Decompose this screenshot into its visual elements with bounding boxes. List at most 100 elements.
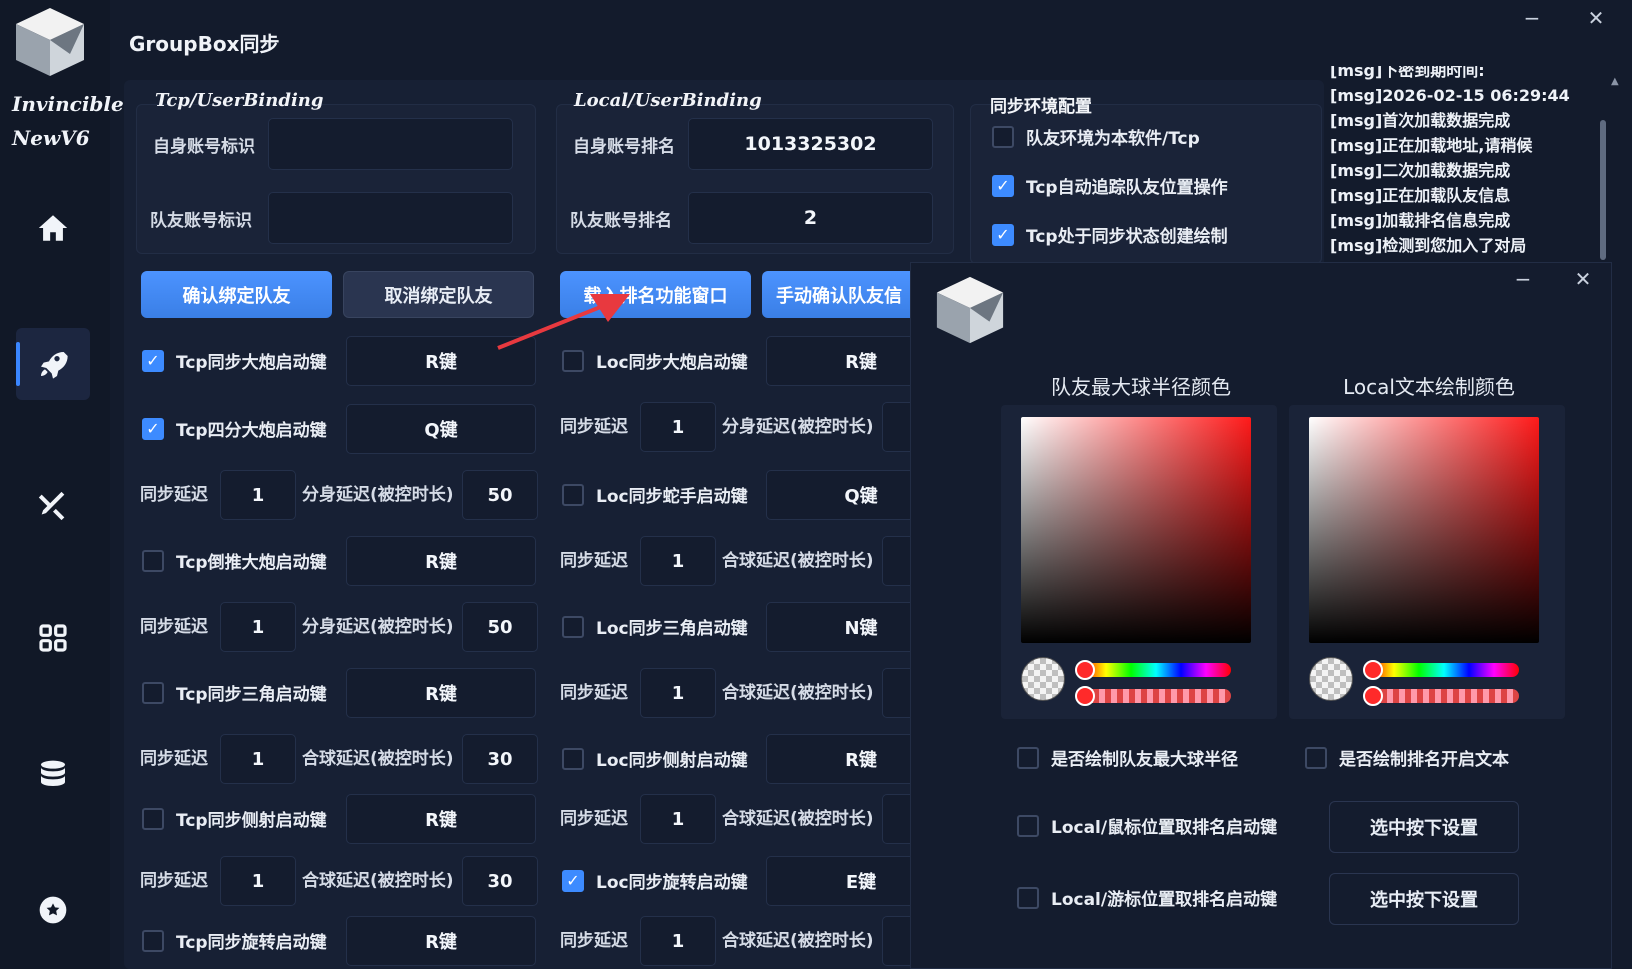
nav-database[interactable] (16, 738, 90, 810)
manual-confirm-button[interactable]: 手动确认队友信 (762, 271, 922, 318)
sync-env-option[interactable]: Tcp处于同步状态创建绘制 (992, 222, 1228, 247)
tcp-mate-input[interactable] (268, 192, 513, 244)
popup-logo-cube-icon (936, 276, 1004, 344)
checkbox[interactable] (992, 125, 1014, 148)
hotkey-field[interactable]: E键 (766, 856, 916, 906)
sync-delay-input[interactable]: 1 (220, 734, 296, 784)
sv-area-2[interactable] (1309, 417, 1539, 643)
sync-delay-input[interactable]: 1 (220, 470, 296, 520)
local-mate-input[interactable]: 2 (688, 192, 933, 244)
nav-grid[interactable] (16, 602, 90, 674)
tcp-hotkey-row[interactable]: Tcp同步侧射启动键 (142, 806, 327, 831)
checkbox[interactable] (992, 223, 1014, 246)
opt-mouse-rank-key[interactable]: Local/鼠标位置取排名启动键 (1017, 813, 1277, 838)
hue-knob-2[interactable] (1363, 660, 1383, 680)
checkbox[interactable] (562, 747, 584, 770)
alpha-slider-1[interactable] (1081, 689, 1231, 703)
sv-area-1[interactable] (1021, 417, 1251, 643)
color-picker-1 (1001, 405, 1277, 719)
confirm-bind-button[interactable]: 确认绑定队友 (141, 271, 332, 318)
sync-delay-input[interactable]: 1 (640, 794, 716, 844)
tcp-hotkey-row[interactable]: Tcp四分大炮启动键 (142, 416, 327, 441)
local-hotkey-row[interactable]: Loc同步三角启动键 (562, 614, 748, 639)
hotkey-field[interactable]: R键 (346, 536, 536, 586)
cursor-key-set-button[interactable]: 选中按下设置 (1329, 873, 1519, 925)
color-settings-popup: − ✕ 队友最大球半径颜色 Local文本绘制颜色 是否绘制队友最大球半径 是否… (910, 262, 1612, 969)
mouse-key-set-button[interactable]: 选中按下设置 (1329, 801, 1519, 853)
sync-env-option[interactable]: 队友环境为本软件/Tcp (992, 124, 1200, 149)
checkbox[interactable] (992, 174, 1014, 197)
checkbox[interactable] (1017, 746, 1039, 769)
tcp-hotkey-row[interactable]: Tcp同步三角启动键 (142, 680, 327, 705)
checkbox[interactable] (142, 929, 164, 952)
hotkey-field[interactable]: R键 (766, 734, 916, 784)
hotkey-field[interactable]: R键 (346, 668, 536, 718)
delay2-input[interactable]: 50 (462, 602, 538, 652)
minimize-button[interactable]: − (1520, 6, 1544, 30)
tcp-hotkey-row[interactable]: Tcp同步旋转启动键 (142, 928, 327, 953)
hue-slider-2[interactable] (1369, 663, 1519, 677)
checkbox[interactable] (1305, 746, 1327, 769)
popup-close-button[interactable]: ✕ (1571, 267, 1595, 291)
nav-tools[interactable] (16, 470, 90, 542)
delay2-input[interactable]: 30 (462, 856, 538, 906)
hue-knob-1[interactable] (1075, 660, 1095, 680)
nav-home[interactable] (16, 192, 90, 264)
checkbox[interactable] (1017, 886, 1039, 909)
checkbox[interactable] (142, 349, 164, 372)
hotkey-field[interactable]: N键 (766, 602, 916, 652)
hotkey-field[interactable]: R键 (346, 916, 536, 966)
tcp-self-input[interactable] (268, 118, 513, 170)
sync-delay-input[interactable]: 1 (220, 602, 296, 652)
opt-label: Local/游标位置取排名启动键 (1051, 890, 1278, 910)
sync-env-option[interactable]: Tcp自动追踪队友位置操作 (992, 173, 1228, 198)
log-line: [msg]下密到期时间: (1330, 66, 1485, 80)
sync-delay-input[interactable]: 1 (640, 916, 716, 966)
hotkey-field[interactable]: Q键 (346, 404, 536, 454)
hotkey-field[interactable]: R键 (766, 336, 916, 386)
nav-sync[interactable] (16, 328, 90, 400)
local-self-input[interactable]: 1013325302 (688, 118, 933, 170)
local-hotkey-row[interactable]: Loc同步侧射启动键 (562, 746, 748, 771)
sync-delay-input[interactable]: 1 (640, 536, 716, 586)
opt-draw-mate-radius[interactable]: 是否绘制队友最大球半径 (1017, 745, 1238, 770)
tcp-hotkey-row[interactable]: Tcp倒推大炮启动键 (142, 548, 327, 573)
opt-draw-rank-text[interactable]: 是否绘制排名开启文本 (1305, 745, 1509, 770)
sync-delay-label: 同步延迟 (560, 931, 628, 951)
alpha-knob-2[interactable] (1363, 686, 1383, 706)
checkbox[interactable] (142, 807, 164, 830)
opt-cursor-rank-key[interactable]: Local/游标位置取排名启动键 (1017, 885, 1277, 910)
checkbox[interactable] (1017, 814, 1039, 837)
hotkey-field[interactable]: R键 (346, 794, 536, 844)
popup-minimize-button[interactable]: − (1511, 267, 1535, 291)
tcp-hotkey-row[interactable]: Tcp同步大炮启动键 (142, 348, 327, 373)
delay2-input[interactable]: 30 (462, 734, 538, 784)
sync-delay-label: 同步延迟 (560, 809, 628, 829)
checkbox[interactable] (142, 549, 164, 572)
hotkey-label: Tcp同步侧射启动键 (176, 811, 327, 831)
delay2-input[interactable]: 50 (462, 470, 538, 520)
checkbox[interactable] (562, 615, 584, 638)
nav-settings[interactable] (16, 874, 90, 946)
alpha-knob-1[interactable] (1075, 686, 1095, 706)
scroll-up-arrow-icon[interactable]: ▲ (1611, 76, 1621, 87)
checkbox[interactable] (142, 681, 164, 704)
log-line: [msg]正在加载地址,请稍候 (1330, 136, 1533, 155)
sync-delay-input[interactable]: 1 (640, 402, 716, 452)
alpha-slider-2[interactable] (1369, 689, 1519, 703)
opt-label: Local/鼠标位置取排名启动键 (1051, 818, 1278, 838)
window-title: GroupBox同步 (129, 32, 280, 56)
close-button[interactable]: ✕ (1584, 6, 1608, 30)
hotkey-field[interactable]: Q键 (766, 470, 916, 520)
log-scrollbar[interactable] (1600, 120, 1606, 260)
local-hotkey-row[interactable]: Loc同步蛇手启动键 (562, 482, 748, 507)
local-hotkey-row[interactable]: Loc同步旋转启动键 (562, 868, 748, 893)
checkbox[interactable] (562, 869, 584, 892)
hue-slider-1[interactable] (1081, 663, 1231, 677)
sync-delay-input[interactable]: 1 (220, 856, 296, 906)
checkbox[interactable] (142, 417, 164, 440)
delay2-label: 合球延迟(被控时长) (722, 931, 874, 951)
checkbox[interactable] (562, 483, 584, 506)
sync-delay-input[interactable]: 1 (640, 668, 716, 718)
message-log: [msg]下密到期时间: [msg]2026-02-15 06:29:44 [msg… (1330, 66, 1585, 256)
